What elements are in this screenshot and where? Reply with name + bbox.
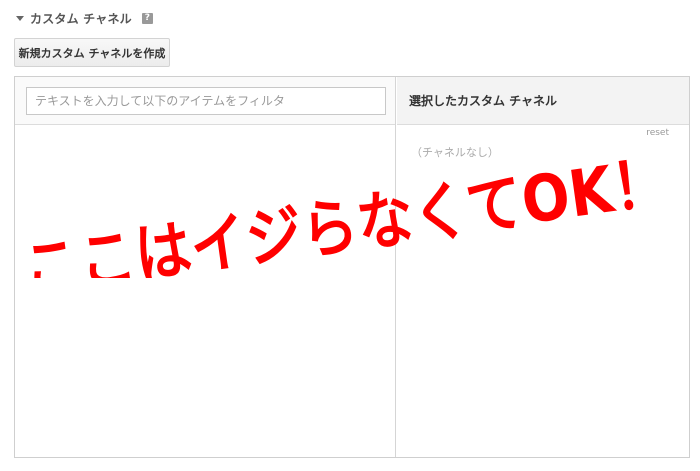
filter-input[interactable] (26, 87, 386, 115)
help-icon[interactable]: ? (141, 12, 153, 24)
available-items-pane (15, 77, 396, 457)
filter-header (15, 77, 395, 125)
channel-selector-panel: 選択したカスタム チャネル reset （チャネルなし） (14, 76, 690, 458)
section-title: カスタム チャネル (30, 11, 132, 26)
selected-channels-title: 選択したカスタム チャネル (409, 94, 558, 108)
reset-link[interactable]: reset (646, 128, 669, 138)
empty-state-text: （チャネルなし） (411, 146, 499, 159)
caret-down-icon[interactable] (16, 16, 24, 21)
selected-header: 選択したカスタム チャネル (397, 77, 689, 125)
create-custom-channel-button[interactable]: 新規カスタム チャネルを作成 (14, 38, 170, 67)
section-header[interactable]: カスタム チャネル ? (16, 10, 153, 26)
selected-items-pane: 選択したカスタム チャネル reset （チャネルなし） (397, 77, 689, 457)
